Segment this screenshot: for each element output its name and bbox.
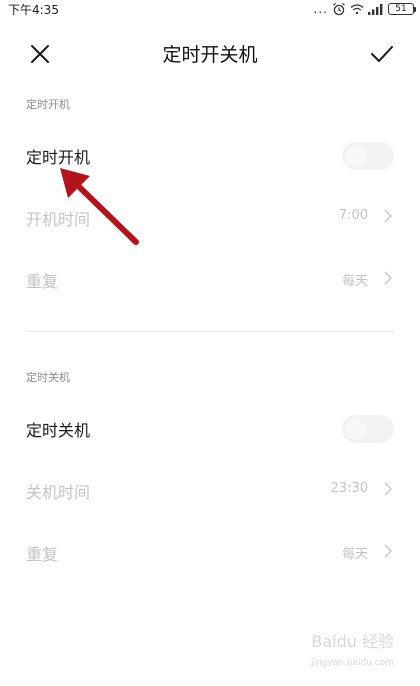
chevron-right-icon — [384, 209, 393, 223]
section-label-power-off: 定时关机 — [26, 371, 70, 384]
battery-icon: 51 — [388, 3, 416, 15]
status-bar: 下午4:35 ... 51 — [0, 0, 420, 22]
toggle-knob — [345, 418, 367, 440]
confirm-button[interactable] — [366, 38, 398, 70]
power-off-repeat-label: 重复 — [26, 545, 59, 564]
power-off-repeat-value: 每天 — [341, 547, 368, 562]
check-icon — [371, 46, 393, 62]
status-time: 下午4:35 — [8, 3, 59, 17]
red-arrow-annotation — [60, 168, 139, 245]
power-off-toggle[interactable] — [342, 415, 394, 443]
wifi-icon — [350, 4, 364, 15]
power-on-repeat-value: 每天 — [341, 274, 368, 289]
power-off-time-label: 关机时间 — [26, 483, 91, 502]
page-title: 定时开关机 — [162, 44, 258, 66]
power-on-toggle[interactable] — [342, 142, 394, 170]
chevron-right-icon — [384, 271, 393, 285]
chevron-right-icon — [384, 544, 393, 558]
power-off-toggle-label: 定时关机 — [26, 421, 91, 440]
power-off-toggle-row[interactable]: 定时关机 — [0, 405, 420, 449]
title-bar: 定时开关机 — [0, 28, 420, 78]
section-label-power-on: 定时开机 — [26, 98, 70, 111]
power-on-time-value: 7:00 — [338, 208, 368, 223]
power-on-repeat-label: 重复 — [26, 272, 59, 291]
power-off-repeat-row[interactable]: 重复 每天 — [0, 529, 420, 573]
power-off-time-row[interactable]: 关机时间 23:30 — [0, 467, 420, 511]
signal-icon — [368, 4, 383, 15]
power-on-toggle-label: 定时开机 — [26, 148, 91, 167]
power-on-repeat-row[interactable]: 重复 每天 — [0, 256, 420, 300]
baidu-watermark-url: jingyan.baidu.com — [310, 658, 394, 668]
baidu-watermark: Baidu 经验 — [311, 632, 394, 651]
alarm-icon — [333, 2, 345, 16]
power-off-time-value: 23:30 — [330, 481, 368, 496]
battery-level: 51 — [395, 3, 407, 14]
chevron-right-icon — [384, 482, 393, 496]
status-icons: ... 51 — [313, 1, 416, 17]
section-divider — [26, 331, 394, 332]
toggle-knob — [345, 145, 367, 167]
more-dots: ... — [313, 2, 328, 16]
